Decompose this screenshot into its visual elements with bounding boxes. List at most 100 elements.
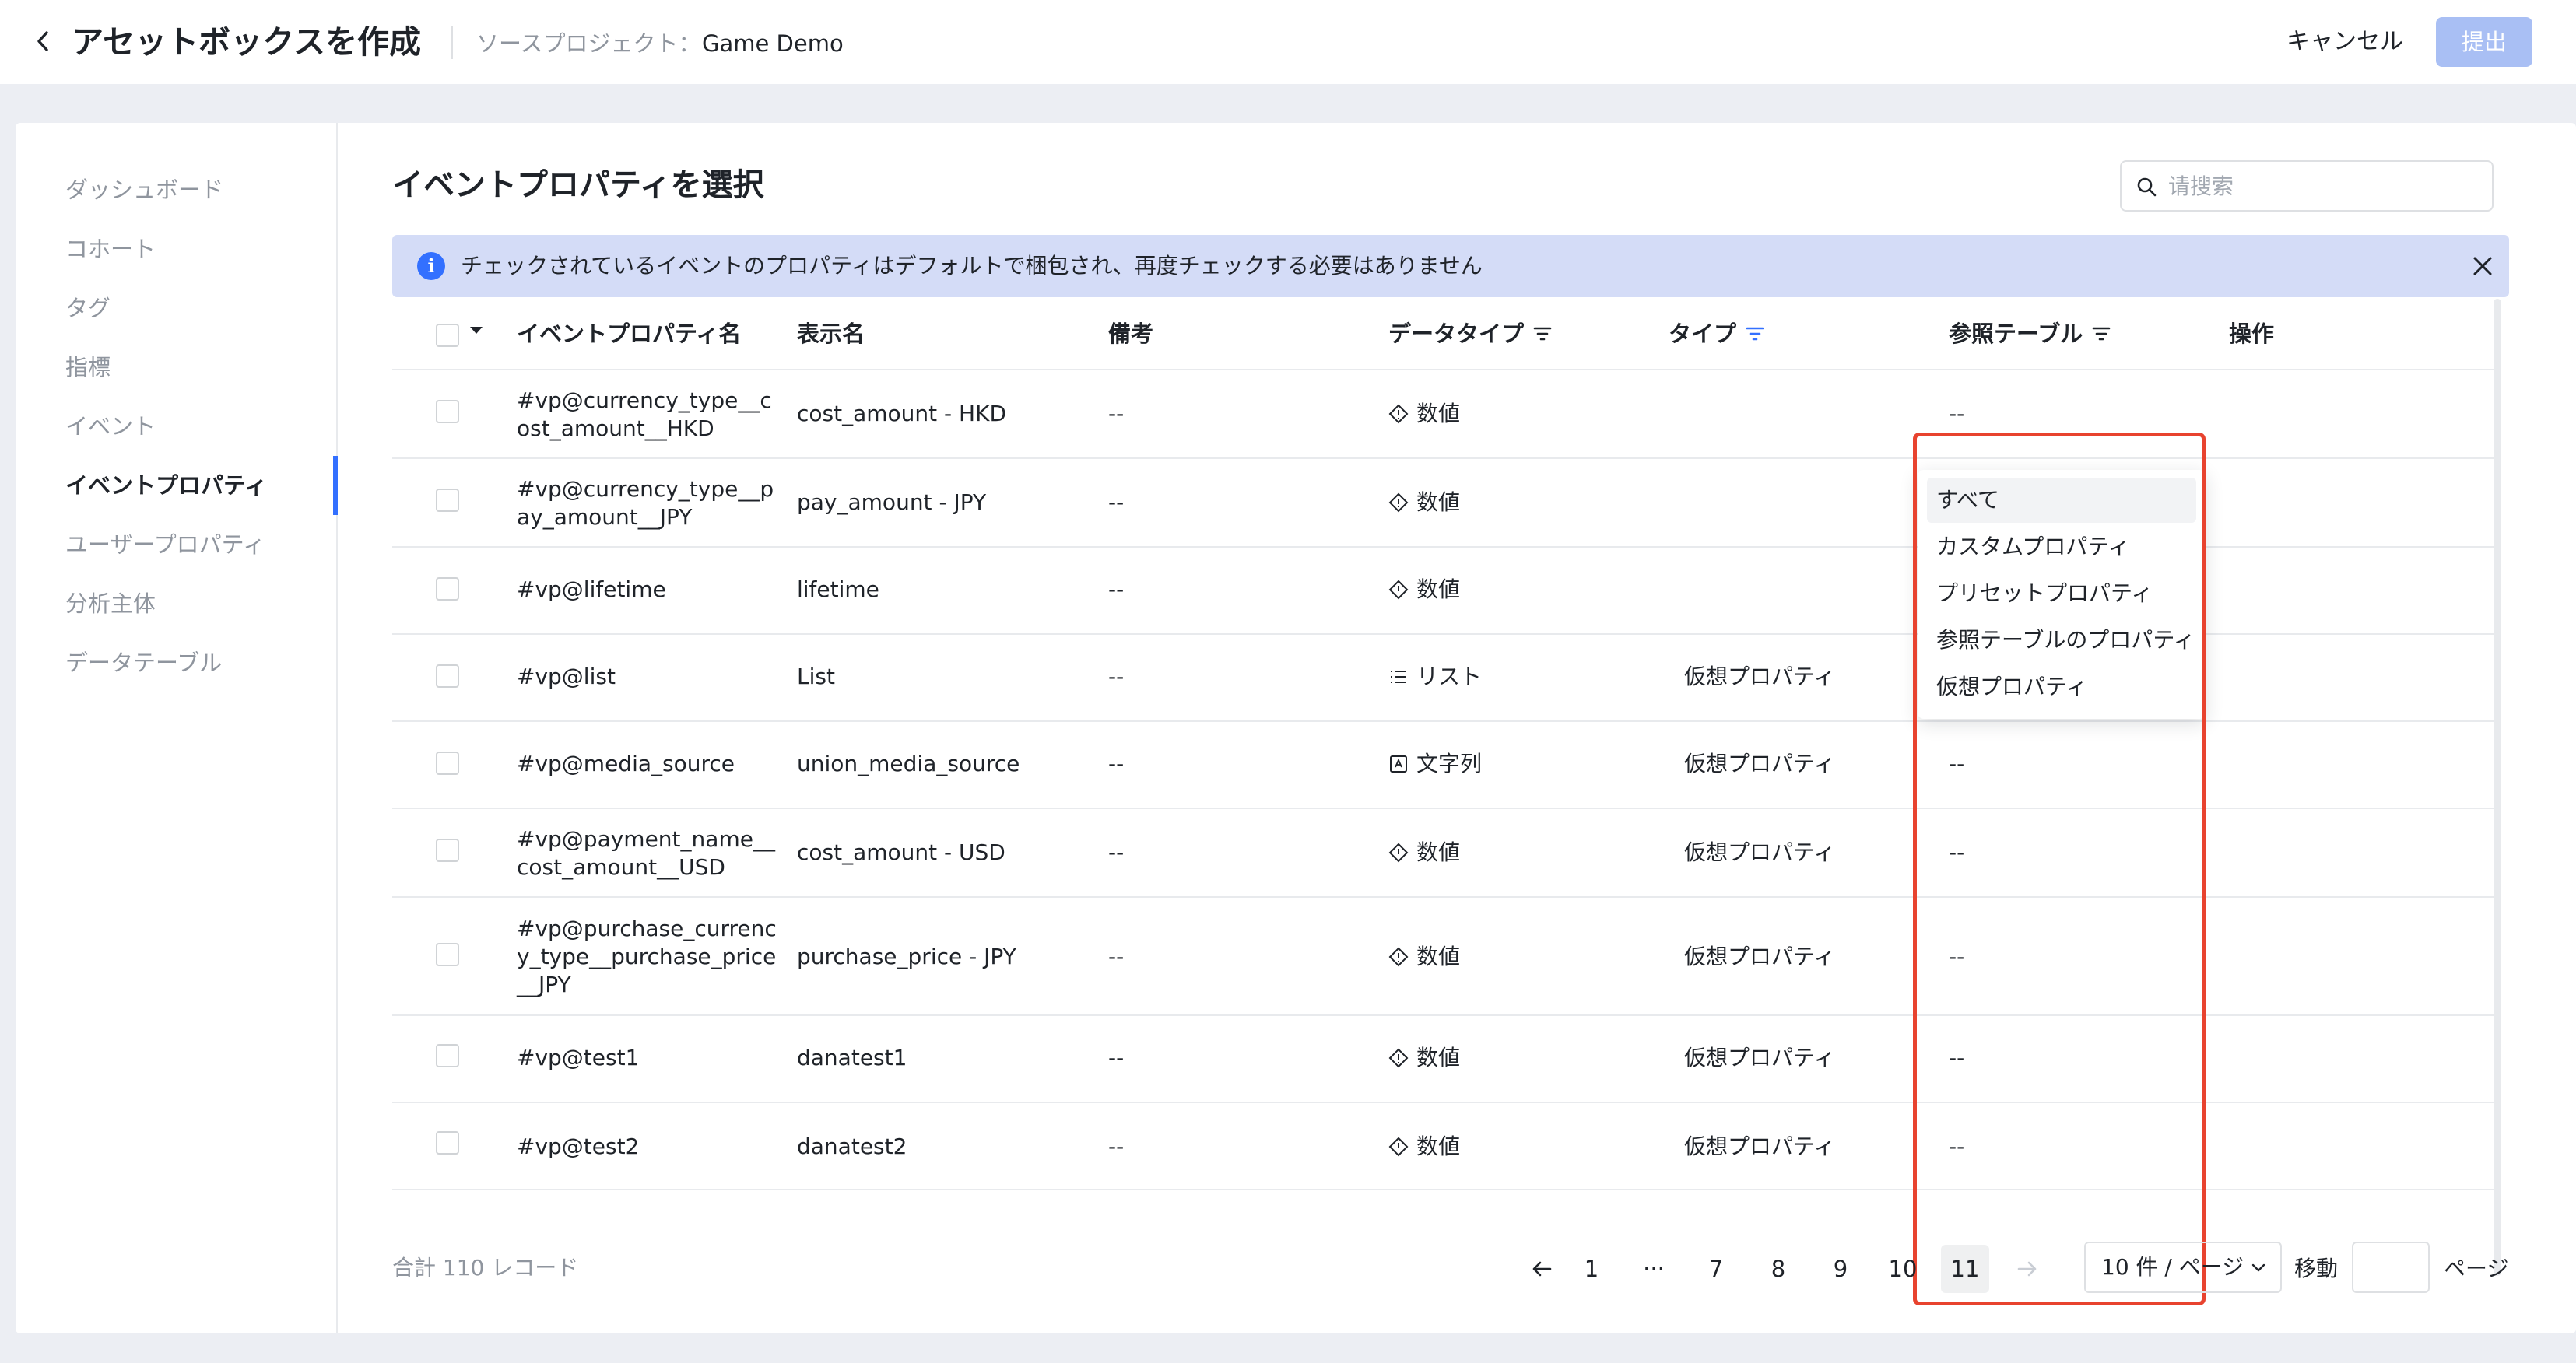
sidebar-item-analysis-subject[interactable]: 分析主体 (65, 585, 156, 622)
display-name: danatest1 (797, 1045, 907, 1070)
next-page-button[interactable] (2003, 1245, 2051, 1293)
row-checkbox[interactable] (436, 1131, 459, 1155)
row-checkbox[interactable] (436, 664, 459, 688)
sidebar-item-metric[interactable]: 指標 (65, 349, 111, 386)
header-reference-table-label: 参照テーブル (1949, 321, 2083, 347)
page-button[interactable]: 8 (1754, 1245, 1802, 1293)
page-button[interactable]: 9 (1816, 1245, 1865, 1293)
chevron-left-icon[interactable] (30, 28, 56, 54)
goto-page-input[interactable] (2352, 1242, 2430, 1293)
remark: -- (1108, 576, 1125, 602)
number-icon (1388, 1048, 1409, 1068)
data-type-label: 数値 (1416, 401, 1461, 426)
row-checkbox[interactable] (436, 577, 459, 601)
table-row[interactable]: #vp@currency_type__cost_amount__HKD cost… (392, 370, 2498, 459)
filter-option-preset[interactable]: プリセットプロパティ (1927, 571, 2196, 616)
row-checkbox[interactable] (436, 839, 459, 862)
page-size-value: 10 件 / ページ (2101, 1254, 2244, 1280)
filter-icon[interactable] (2092, 327, 2111, 341)
display-name: pay_amount - JPY (797, 489, 987, 515)
row-checkbox[interactable] (436, 489, 459, 512)
sidebar-item-event-property[interactable]: イベントプロパティ (65, 467, 267, 504)
page-button[interactable]: 7 (1692, 1245, 1740, 1293)
caret-down-icon[interactable] (470, 327, 483, 334)
reference-table: -- (1949, 944, 1965, 969)
header-type[interactable]: タイプ (1669, 316, 1764, 352)
top-bar: アセットボックスを作成 ソースプロジェクト： Game Demo キャンセル 提… (0, 0, 2576, 84)
remark: -- (1108, 1133, 1125, 1159)
header-data-type-label: データタイプ (1388, 321, 1525, 347)
filter-option-all[interactable]: すべて (1927, 478, 2196, 523)
property-type: 仮想プロパティ (1684, 839, 1836, 865)
property-name: #vp@currency_type__cost_amount__HKD (517, 387, 772, 441)
row-checkbox[interactable] (436, 752, 459, 775)
row-checkbox[interactable] (436, 943, 459, 966)
sidebar-item-dashboard[interactable]: ダッシュボード (65, 171, 223, 208)
filter-option-custom[interactable]: カスタムプロパティ (1927, 524, 2196, 569)
sidebar-item-tag[interactable]: タグ (65, 289, 111, 327)
row-checkbox[interactable] (436, 1044, 459, 1067)
type-filter-dropdown: すべて カスタムプロパティ プリセットプロパティ 参照テーブルのプロパティ 仮想… (1918, 470, 2206, 719)
display-name: union_media_source (797, 751, 1020, 776)
total-records: 合計 110 レコード (392, 1255, 579, 1281)
remark: -- (1108, 664, 1125, 689)
header-data-type[interactable]: データタイプ (1388, 316, 1552, 352)
display-name: purchase_price - JPY (797, 944, 1016, 969)
arrow-left-icon (1532, 1261, 1552, 1277)
remark: -- (1108, 489, 1125, 515)
source-project-value: Game Demo (702, 30, 844, 57)
remark: -- (1108, 1045, 1125, 1070)
cancel-button[interactable]: キャンセル (2272, 23, 2417, 61)
remark: -- (1108, 401, 1125, 426)
number-icon (1388, 492, 1409, 513)
display-name: lifetime (797, 576, 879, 602)
page-button[interactable]: 10 (1879, 1245, 1927, 1293)
data-type-label: 文字列 (1416, 751, 1483, 776)
reference-table: -- (1949, 839, 1965, 865)
sidebar-item-user-property[interactable]: ユーザープロパティ (65, 526, 265, 563)
prev-page-button[interactable] (1518, 1245, 1566, 1293)
close-icon[interactable] (2465, 249, 2500, 283)
reference-table: -- (1949, 751, 1965, 776)
sidebar-item-data-table[interactable]: データテーブル (65, 644, 222, 682)
remark: -- (1108, 839, 1125, 865)
main-panel: イベントプロパティを選択 i チェックされているイベントのプロパティはデフォルト… (338, 123, 2576, 1333)
page-button-current[interactable]: 11 (1941, 1245, 1989, 1293)
table-row[interactable]: #vp@media_source union_media_source -- 文… (392, 722, 2498, 809)
display-name: cost_amount - USD (797, 839, 1005, 865)
list-icon (1391, 671, 1406, 683)
search-input[interactable] (2168, 166, 2479, 205)
number-icon (1388, 843, 1409, 863)
page-ellipsis[interactable]: ··· (1630, 1245, 1678, 1293)
submit-button[interactable]: 提出 (2436, 17, 2532, 67)
property-name: #vp@purchase_currency_type__purchase_pri… (517, 916, 777, 997)
sidebar-item-event[interactable]: イベント (65, 408, 156, 445)
property-name: #vp@list (517, 664, 616, 689)
data-type-label: 数値 (1416, 489, 1461, 515)
table-header: イベントプロパティ名 表示名 備考 データタイプ タイプ 参照テーブル 操作 (392, 297, 2498, 370)
filter-active-icon[interactable] (1746, 327, 1764, 341)
banner-text: チェックされているイベントのプロパティはデフォルトで梱包され、再度チェックする必… (461, 253, 1483, 279)
sidebar-item-cohort[interactable]: コホート (65, 230, 156, 268)
page-size-select[interactable]: 10 件 / ページ (2084, 1242, 2282, 1293)
row-checkbox[interactable] (436, 400, 459, 423)
table-row[interactable]: #vp@payment_name__cost_amount__USD cost_… (392, 809, 2498, 898)
table-row[interactable]: #vp@purchase_currency_type__purchase_pri… (392, 898, 2498, 1016)
select-all-checkbox[interactable] (436, 324, 459, 347)
page-button[interactable]: 1 (1567, 1245, 1616, 1293)
number-icon (1388, 580, 1409, 600)
property-name: #vp@test2 (517, 1133, 640, 1159)
filter-option-reference[interactable]: 参照テーブルのプロパティ (1927, 618, 2196, 663)
header-type-label: タイプ (1669, 321, 1737, 347)
table-row[interactable]: #vp@test1 danatest1 -- 数値 仮想プロパティ -- (392, 1016, 2498, 1103)
data-type: 数値 (1388, 576, 1460, 604)
filter-option-virtual[interactable]: 仮想プロパティ (1927, 664, 2196, 710)
property-name: #vp@media_source (517, 751, 735, 776)
header-reference-table[interactable]: 参照テーブル (1949, 316, 2111, 352)
data-type: 数値 (1388, 1044, 1460, 1072)
table-scrollbar[interactable] (2494, 299, 2501, 1276)
table-row[interactable]: #vp@test2 danatest2 -- 数値 仮想プロパティ -- (392, 1103, 2498, 1190)
data-type: 数値 (1388, 839, 1460, 867)
filter-icon[interactable] (1533, 327, 1552, 341)
reference-table: -- (1949, 1045, 1965, 1070)
